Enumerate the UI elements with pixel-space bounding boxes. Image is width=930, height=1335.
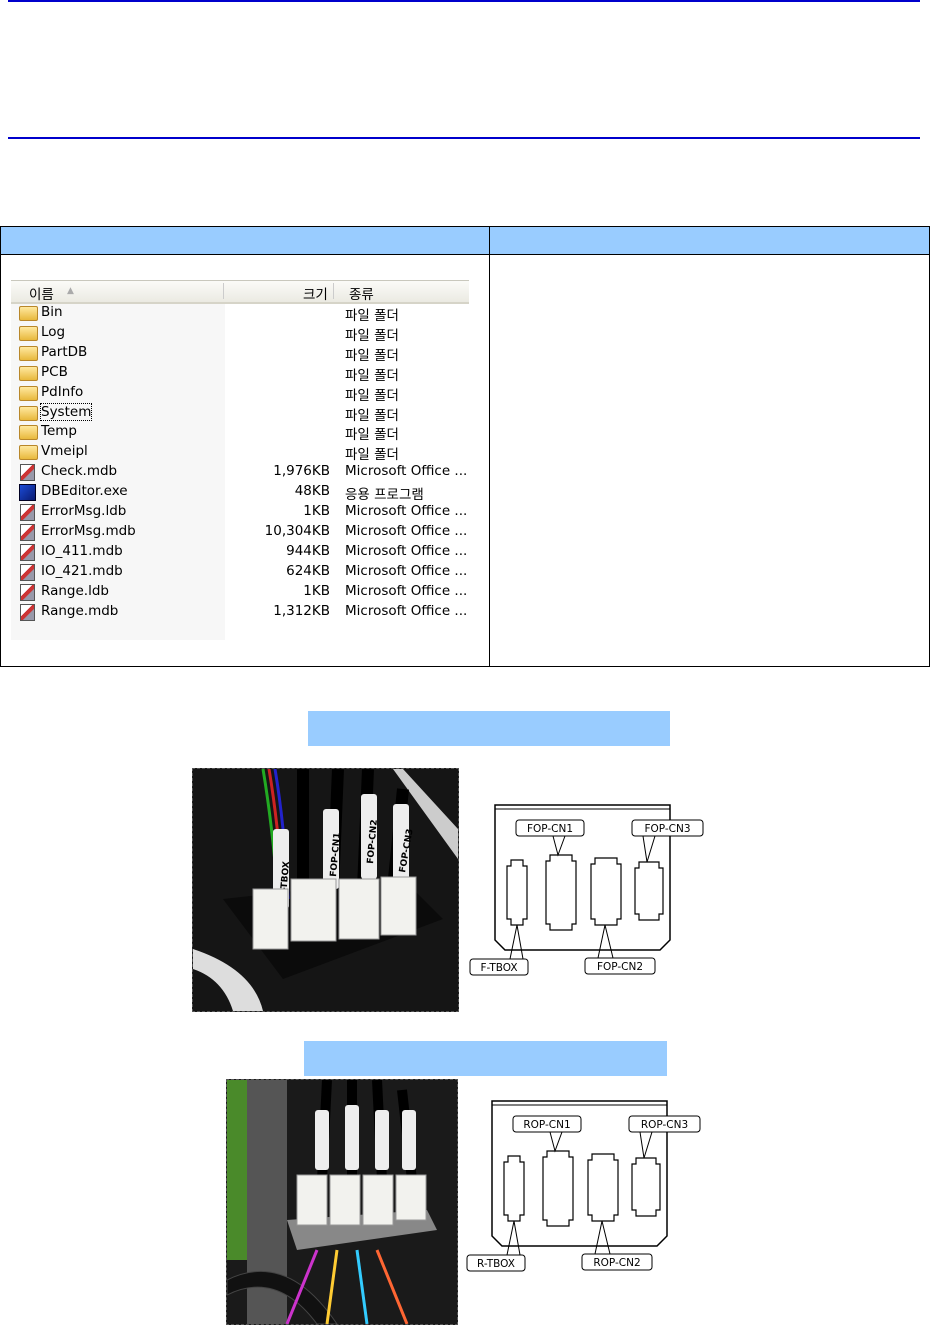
file-name: Log bbox=[41, 323, 66, 340]
file-name: Check.mdb bbox=[41, 463, 118, 480]
column-name-header[interactable]: 이름 bbox=[29, 283, 54, 303]
application-icon bbox=[19, 484, 36, 502]
cn3-callout: ROP-CN3 bbox=[641, 1119, 688, 1131]
cn1-callout: ROP-CN1 bbox=[523, 1119, 570, 1131]
file-name: PartDB bbox=[41, 343, 88, 360]
column-size-header[interactable]: 크기 bbox=[303, 283, 328, 303]
file-name: PdInfo bbox=[41, 383, 84, 400]
rear-connector-diagram: ROP-CN1 ROP-CN3 R-TBOX ROP-CN2 bbox=[462, 1096, 707, 1285]
front-caption-bar bbox=[308, 711, 670, 746]
file-type: Microsoft Office ... bbox=[345, 522, 468, 539]
file-type: 파일 폴더 bbox=[345, 427, 399, 444]
file-list-item[interactable]: IO_421.mdb 624KB Microsoft Office ... bbox=[11, 562, 469, 582]
folder-icon bbox=[19, 345, 38, 361]
file-list-item[interactable]: Log 파일 폴더 bbox=[11, 323, 469, 344]
file-list-item[interactable]: IO_411.mdb 944KB Microsoft Office ... bbox=[11, 542, 469, 562]
access-db-icon bbox=[20, 523, 35, 541]
file-explorer-list: 이름 ▲ 크기 종류 Bin 파일 폴더 Log 파일 폴더 PartDB 파일… bbox=[11, 280, 469, 640]
cn2-callout: ROP-CN2 bbox=[593, 1257, 640, 1269]
folder-icon bbox=[19, 445, 38, 461]
rear-connector-photo bbox=[226, 1079, 458, 1325]
access-db-icon bbox=[20, 603, 35, 621]
folder-icon bbox=[19, 365, 38, 381]
file-name: PCB bbox=[41, 363, 68, 380]
file-type: Microsoft Office ... bbox=[345, 562, 468, 579]
tbox-callout: R-TBOX bbox=[477, 1258, 515, 1270]
file-type: Microsoft Office ... bbox=[345, 463, 468, 480]
file-type: 파일 폴더 bbox=[345, 367, 399, 384]
rear-caption-bar bbox=[304, 1041, 667, 1076]
sort-ascending-icon: ▲ bbox=[67, 286, 74, 296]
document-page: 이름 ▲ 크기 종류 Bin 파일 폴더 Log 파일 폴더 PartDB 파일… bbox=[0, 0, 930, 1335]
file-type: 파일 폴더 bbox=[345, 447, 399, 464]
content-table: 이름 ▲ 크기 종류 Bin 파일 폴더 Log 파일 폴더 PartDB 파일… bbox=[0, 226, 930, 667]
file-type: 파일 폴더 bbox=[345, 327, 399, 344]
front-connector-diagram: FOP-CN1 FOP-CN3 F-TBOX FOP-CN2 bbox=[465, 800, 710, 989]
file-type: Microsoft Office ... bbox=[345, 602, 468, 619]
file-type: Microsoft Office ... bbox=[345, 542, 468, 559]
file-size: 48KB bbox=[294, 483, 330, 500]
folder-icon bbox=[19, 405, 38, 421]
file-list-item[interactable]: System 파일 폴더 bbox=[11, 402, 469, 424]
file-list-item[interactable]: Range.mdb 1,312KB Microsoft Office ... bbox=[11, 602, 469, 622]
file-type: 파일 폴더 bbox=[345, 387, 399, 404]
file-name: Vmeipl bbox=[41, 443, 88, 460]
access-db-icon bbox=[20, 464, 35, 482]
column-type-header[interactable]: 종류 bbox=[349, 283, 374, 303]
file-type: 파일 폴더 bbox=[345, 407, 399, 424]
file-name: Range.ldb bbox=[41, 582, 109, 599]
file-size: 624KB bbox=[286, 562, 330, 579]
file-name: IO_421.mdb bbox=[41, 562, 123, 579]
file-list-item[interactable]: ErrorMsg.mdb 10,304KB Microsoft Office .… bbox=[11, 522, 469, 542]
file-type: 응용 프로그램 bbox=[345, 487, 424, 504]
tbox-callout: F-TBOX bbox=[480, 962, 517, 974]
folder-icon bbox=[19, 306, 38, 321]
folder-icon bbox=[19, 425, 38, 441]
file-size: 1KB bbox=[303, 503, 330, 519]
folder-icon bbox=[19, 325, 38, 341]
file-name: System bbox=[39, 402, 93, 421]
file-list-item[interactable]: PCB 파일 폴더 bbox=[11, 363, 469, 384]
file-type: 파일 폴더 bbox=[345, 347, 399, 364]
file-type: 파일 폴더 bbox=[345, 308, 399, 324]
file-list-item[interactable]: PartDB 파일 폴더 bbox=[11, 343, 469, 364]
file-list-item[interactable]: PdInfo 파일 폴더 bbox=[11, 383, 469, 404]
file-name: Temp bbox=[41, 423, 77, 440]
file-list-item[interactable]: Temp 파일 폴더 bbox=[11, 422, 469, 444]
file-list-item[interactable]: Vmeipl 파일 폴더 bbox=[11, 442, 469, 464]
file-list-item[interactable]: Check.mdb 1,976KB Microsoft Office ... bbox=[11, 462, 469, 482]
access-db-icon bbox=[20, 504, 35, 521]
file-name: DBEditor.exe bbox=[41, 483, 128, 500]
file-type: Microsoft Office ... bbox=[345, 503, 468, 519]
cn2-callout: FOP-CN2 bbox=[597, 961, 643, 973]
file-name: IO_411.mdb bbox=[41, 542, 123, 559]
cn1-callout: FOP-CN1 bbox=[527, 823, 573, 835]
file-type: Microsoft Office ... bbox=[345, 582, 468, 599]
file-list-item[interactable]: Range.ldb 1KB Microsoft Office ... bbox=[11, 582, 469, 602]
top-rule bbox=[8, 0, 920, 2]
table-header-row bbox=[1, 227, 929, 255]
file-size: 944KB bbox=[286, 542, 330, 559]
file-name: ErrorMsg.mdb bbox=[41, 522, 136, 539]
file-list-item[interactable]: DBEditor.exe 48KB 응용 프로그램 bbox=[11, 482, 469, 504]
file-name: Range.mdb bbox=[41, 602, 119, 619]
file-size: 1,312KB bbox=[273, 602, 330, 619]
file-list-item[interactable]: ErrorMsg.ldb 1KB Microsoft Office ... bbox=[11, 502, 469, 522]
file-size: 1KB bbox=[303, 582, 330, 599]
file-list-item[interactable]: Bin 파일 폴더 bbox=[11, 303, 469, 324]
access-db-icon bbox=[20, 543, 35, 561]
file-name: Bin bbox=[41, 304, 63, 320]
folder-icon bbox=[19, 385, 38, 401]
section-rule bbox=[8, 137, 920, 139]
file-size: 1,976KB bbox=[273, 463, 330, 480]
file-size: 10,304KB bbox=[264, 522, 330, 539]
access-db-icon bbox=[20, 563, 35, 581]
file-name: ErrorMsg.ldb bbox=[41, 503, 127, 519]
column-divider bbox=[489, 227, 490, 666]
front-connector-photo: F-TBOX FOP-CN1 FOP-CN2 FOP-CN3 bbox=[192, 768, 459, 1012]
explorer-column-header: 이름 ▲ 크기 종류 bbox=[11, 280, 469, 304]
cn3-callout: FOP-CN3 bbox=[644, 823, 690, 835]
access-db-icon bbox=[20, 583, 35, 601]
